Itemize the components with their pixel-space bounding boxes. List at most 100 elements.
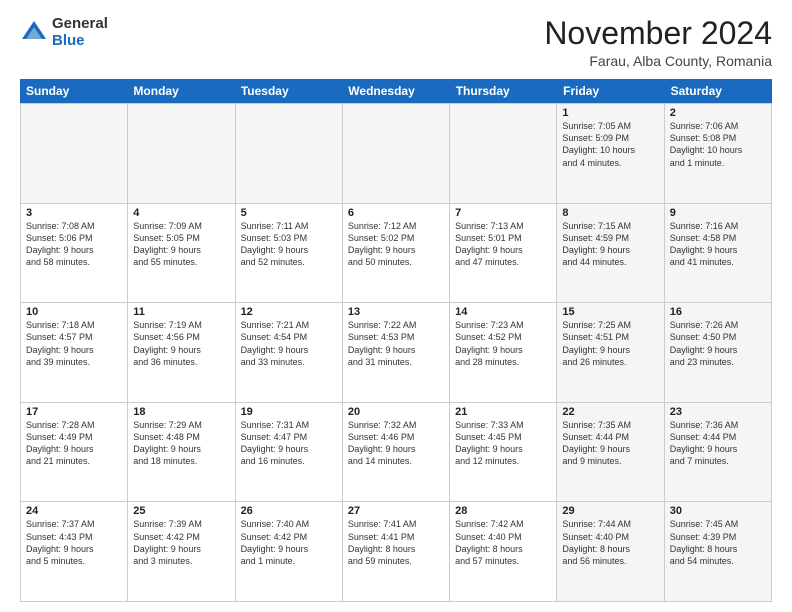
cal-cell: 1Sunrise: 7:05 AM Sunset: 5:09 PM Daylig…	[557, 104, 664, 203]
cal-cell: 16Sunrise: 7:26 AM Sunset: 4:50 PM Dayli…	[665, 303, 772, 402]
cal-cell: 22Sunrise: 7:35 AM Sunset: 4:44 PM Dayli…	[557, 403, 664, 502]
cal-header-wednesday: Wednesday	[342, 79, 449, 103]
day-info: Sunrise: 7:15 AM Sunset: 4:59 PM Dayligh…	[562, 220, 658, 269]
day-number: 18	[133, 406, 229, 418]
cal-row-1: 3Sunrise: 7:08 AM Sunset: 5:06 PM Daylig…	[21, 204, 772, 304]
day-info: Sunrise: 7:33 AM Sunset: 4:45 PM Dayligh…	[455, 419, 551, 468]
logo-blue-text: Blue	[52, 33, 108, 50]
day-number: 27	[348, 505, 444, 517]
cal-row-2: 10Sunrise: 7:18 AM Sunset: 4:57 PM Dayli…	[21, 303, 772, 403]
day-info: Sunrise: 7:35 AM Sunset: 4:44 PM Dayligh…	[562, 419, 658, 468]
day-number: 13	[348, 306, 444, 318]
cal-cell: 15Sunrise: 7:25 AM Sunset: 4:51 PM Dayli…	[557, 303, 664, 402]
day-info: Sunrise: 7:45 AM Sunset: 4:39 PM Dayligh…	[670, 518, 766, 567]
day-number: 26	[241, 505, 337, 517]
day-number: 16	[670, 306, 766, 318]
cal-cell: 23Sunrise: 7:36 AM Sunset: 4:44 PM Dayli…	[665, 403, 772, 502]
day-info: Sunrise: 7:42 AM Sunset: 4:40 PM Dayligh…	[455, 518, 551, 567]
cal-cell: 25Sunrise: 7:39 AM Sunset: 4:42 PM Dayli…	[128, 502, 235, 601]
cal-header-thursday: Thursday	[450, 79, 557, 103]
cal-row-4: 24Sunrise: 7:37 AM Sunset: 4:43 PM Dayli…	[21, 502, 772, 602]
day-info: Sunrise: 7:41 AM Sunset: 4:41 PM Dayligh…	[348, 518, 444, 567]
day-info: Sunrise: 7:28 AM Sunset: 4:49 PM Dayligh…	[26, 419, 122, 468]
day-info: Sunrise: 7:37 AM Sunset: 4:43 PM Dayligh…	[26, 518, 122, 567]
cal-cell: 9Sunrise: 7:16 AM Sunset: 4:58 PM Daylig…	[665, 204, 772, 303]
day-info: Sunrise: 7:31 AM Sunset: 4:47 PM Dayligh…	[241, 419, 337, 468]
cal-cell	[343, 104, 450, 203]
cal-cell: 28Sunrise: 7:42 AM Sunset: 4:40 PM Dayli…	[450, 502, 557, 601]
logo-text: General Blue	[52, 16, 108, 49]
cal-cell: 17Sunrise: 7:28 AM Sunset: 4:49 PM Dayli…	[21, 403, 128, 502]
day-info: Sunrise: 7:39 AM Sunset: 4:42 PM Dayligh…	[133, 518, 229, 567]
calendar-header: SundayMondayTuesdayWednesdayThursdayFrid…	[20, 79, 772, 103]
title-location: Farau, Alba County, Romania	[544, 53, 772, 69]
day-info: Sunrise: 7:16 AM Sunset: 4:58 PM Dayligh…	[670, 220, 766, 269]
cal-cell: 11Sunrise: 7:19 AM Sunset: 4:56 PM Dayli…	[128, 303, 235, 402]
calendar-body: 1Sunrise: 7:05 AM Sunset: 5:09 PM Daylig…	[20, 103, 772, 602]
title-month: November 2024	[544, 16, 772, 51]
day-info: Sunrise: 7:06 AM Sunset: 5:08 PM Dayligh…	[670, 120, 766, 169]
day-number: 21	[455, 406, 551, 418]
cal-cell: 26Sunrise: 7:40 AM Sunset: 4:42 PM Dayli…	[236, 502, 343, 601]
logo-icon	[20, 19, 48, 47]
day-number: 5	[241, 207, 337, 219]
day-number: 22	[562, 406, 658, 418]
cal-cell: 24Sunrise: 7:37 AM Sunset: 4:43 PM Dayli…	[21, 502, 128, 601]
cal-header-tuesday: Tuesday	[235, 79, 342, 103]
day-info: Sunrise: 7:29 AM Sunset: 4:48 PM Dayligh…	[133, 419, 229, 468]
day-info: Sunrise: 7:13 AM Sunset: 5:01 PM Dayligh…	[455, 220, 551, 269]
day-info: Sunrise: 7:36 AM Sunset: 4:44 PM Dayligh…	[670, 419, 766, 468]
cal-cell	[21, 104, 128, 203]
day-number: 6	[348, 207, 444, 219]
day-info: Sunrise: 7:32 AM Sunset: 4:46 PM Dayligh…	[348, 419, 444, 468]
cal-cell: 4Sunrise: 7:09 AM Sunset: 5:05 PM Daylig…	[128, 204, 235, 303]
day-number: 4	[133, 207, 229, 219]
day-info: Sunrise: 7:08 AM Sunset: 5:06 PM Dayligh…	[26, 220, 122, 269]
day-number: 2	[670, 107, 766, 119]
cal-cell: 19Sunrise: 7:31 AM Sunset: 4:47 PM Dayli…	[236, 403, 343, 502]
cal-cell: 20Sunrise: 7:32 AM Sunset: 4:46 PM Dayli…	[343, 403, 450, 502]
cal-cell: 29Sunrise: 7:44 AM Sunset: 4:40 PM Dayli…	[557, 502, 664, 601]
day-info: Sunrise: 7:40 AM Sunset: 4:42 PM Dayligh…	[241, 518, 337, 567]
cal-cell: 13Sunrise: 7:22 AM Sunset: 4:53 PM Dayli…	[343, 303, 450, 402]
day-info: Sunrise: 7:26 AM Sunset: 4:50 PM Dayligh…	[670, 319, 766, 368]
day-info: Sunrise: 7:22 AM Sunset: 4:53 PM Dayligh…	[348, 319, 444, 368]
cal-row-0: 1Sunrise: 7:05 AM Sunset: 5:09 PM Daylig…	[21, 104, 772, 204]
day-number: 9	[670, 207, 766, 219]
day-info: Sunrise: 7:11 AM Sunset: 5:03 PM Dayligh…	[241, 220, 337, 269]
cal-cell: 21Sunrise: 7:33 AM Sunset: 4:45 PM Dayli…	[450, 403, 557, 502]
cal-cell	[236, 104, 343, 203]
day-number: 7	[455, 207, 551, 219]
day-info: Sunrise: 7:23 AM Sunset: 4:52 PM Dayligh…	[455, 319, 551, 368]
day-number: 23	[670, 406, 766, 418]
cal-cell: 12Sunrise: 7:21 AM Sunset: 4:54 PM Dayli…	[236, 303, 343, 402]
day-info: Sunrise: 7:05 AM Sunset: 5:09 PM Dayligh…	[562, 120, 658, 169]
day-number: 8	[562, 207, 658, 219]
day-info: Sunrise: 7:21 AM Sunset: 4:54 PM Dayligh…	[241, 319, 337, 368]
cal-header-sunday: Sunday	[20, 79, 127, 103]
cal-cell	[450, 104, 557, 203]
day-number: 14	[455, 306, 551, 318]
cal-header-saturday: Saturday	[665, 79, 772, 103]
title-block: November 2024 Farau, Alba County, Romani…	[544, 16, 772, 69]
day-info: Sunrise: 7:18 AM Sunset: 4:57 PM Dayligh…	[26, 319, 122, 368]
header: General Blue November 2024 Farau, Alba C…	[20, 16, 772, 69]
calendar: SundayMondayTuesdayWednesdayThursdayFrid…	[20, 79, 772, 602]
day-number: 30	[670, 505, 766, 517]
day-number: 25	[133, 505, 229, 517]
cal-cell: 3Sunrise: 7:08 AM Sunset: 5:06 PM Daylig…	[21, 204, 128, 303]
cal-cell: 18Sunrise: 7:29 AM Sunset: 4:48 PM Dayli…	[128, 403, 235, 502]
day-number: 17	[26, 406, 122, 418]
logo: General Blue	[20, 16, 108, 49]
cal-cell: 10Sunrise: 7:18 AM Sunset: 4:57 PM Dayli…	[21, 303, 128, 402]
cal-cell: 30Sunrise: 7:45 AM Sunset: 4:39 PM Dayli…	[665, 502, 772, 601]
day-number: 15	[562, 306, 658, 318]
cal-cell: 8Sunrise: 7:15 AM Sunset: 4:59 PM Daylig…	[557, 204, 664, 303]
day-number: 28	[455, 505, 551, 517]
day-number: 24	[26, 505, 122, 517]
day-info: Sunrise: 7:44 AM Sunset: 4:40 PM Dayligh…	[562, 518, 658, 567]
day-number: 11	[133, 306, 229, 318]
cal-cell: 14Sunrise: 7:23 AM Sunset: 4:52 PM Dayli…	[450, 303, 557, 402]
logo-general-text: General	[52, 16, 108, 33]
day-info: Sunrise: 7:19 AM Sunset: 4:56 PM Dayligh…	[133, 319, 229, 368]
